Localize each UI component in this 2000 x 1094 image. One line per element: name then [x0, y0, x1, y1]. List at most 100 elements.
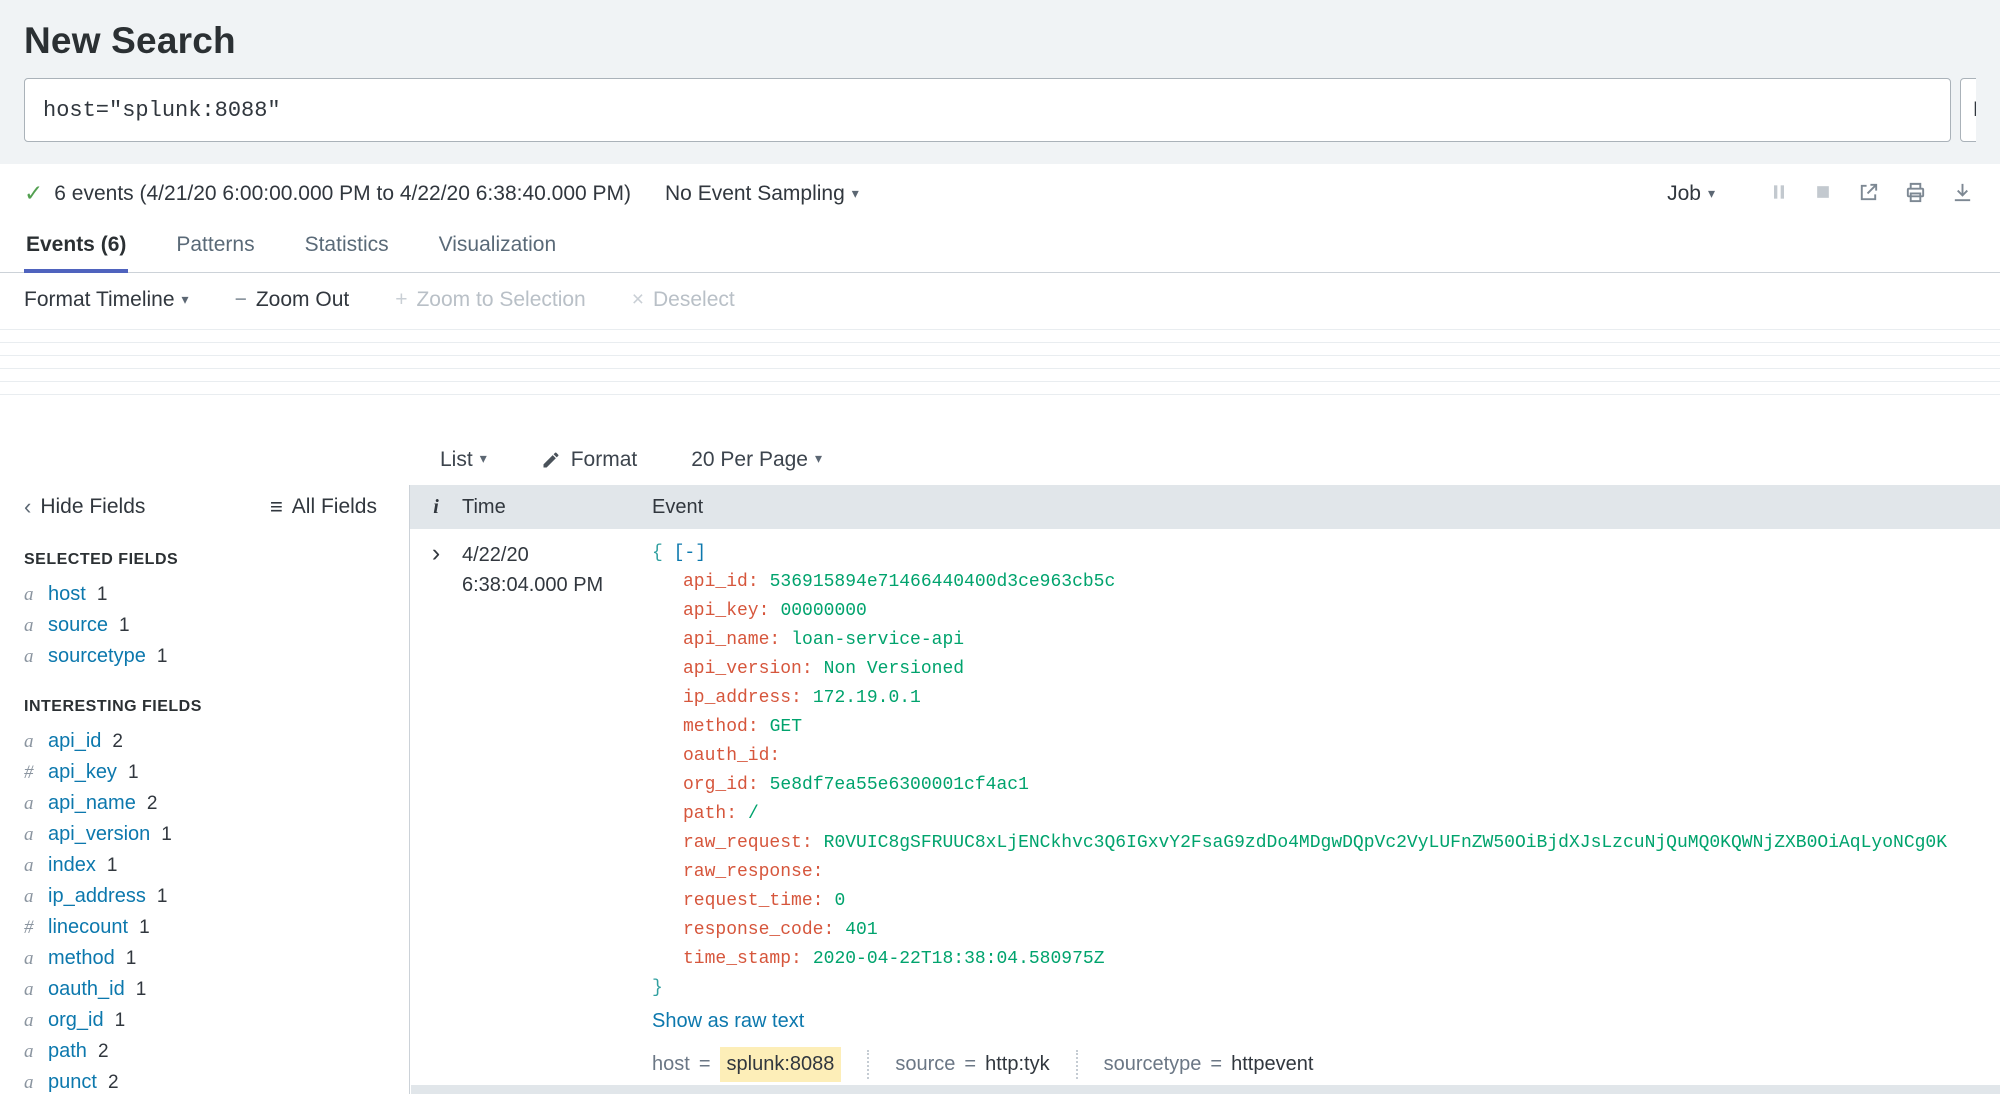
json-value[interactable]: 2020-04-22T18:38:04.580975Z — [813, 949, 1105, 969]
json-key[interactable]: time_stamp — [683, 949, 791, 969]
show-as-raw-text-link[interactable]: Show as raw text — [652, 1007, 2000, 1035]
field-item[interactable]: a org_id 1 — [24, 1005, 385, 1036]
json-value[interactable]: R0VUIC8gSFRUUC8xLjENCkhvc3Q6IGxvY2FsaG9z… — [824, 833, 1947, 853]
json-key[interactable]: path — [683, 804, 726, 824]
field-count: 1 — [114, 1010, 126, 1031]
json-key[interactable]: response_code — [683, 920, 823, 940]
per-page-dropdown[interactable]: 20 Per Page ▾ — [691, 448, 822, 472]
field-item[interactable]: a method 1 — [24, 943, 385, 974]
json-value[interactable]: 00000000 — [780, 601, 866, 621]
meta-field-value[interactable]: splunk:8088 — [719, 1047, 842, 1082]
meta-field[interactable]: host = splunk:8088 — [652, 1047, 867, 1082]
field-name[interactable]: sourcetype — [48, 641, 146, 672]
list-view-dropdown[interactable]: List ▾ — [440, 448, 487, 472]
meta-field-value[interactable]: httpevent — [1231, 1050, 1313, 1079]
field-item[interactable]: a oauth_id 1 — [24, 974, 385, 1005]
json-key[interactable]: api_version — [683, 659, 802, 679]
tab[interactable]: Visualization — [437, 219, 559, 272]
json-value[interactable]: 172.19.0.1 — [813, 688, 921, 708]
tab[interactable]: Patterns — [174, 219, 256, 272]
field-item[interactable]: # api_key 1 — [24, 757, 385, 788]
field-name[interactable]: linecount — [48, 912, 128, 943]
all-fields-button[interactable]: ≡ All Fields — [270, 494, 377, 520]
json-key[interactable]: api_key — [683, 601, 759, 621]
expand-row-button[interactable]: › — [410, 539, 462, 1082]
json-key[interactable]: api_id — [683, 572, 748, 592]
pause-job-button[interactable] — [1769, 182, 1789, 205]
json-key[interactable]: ip_address — [683, 688, 791, 708]
search-input[interactable] — [24, 78, 1951, 142]
field-name[interactable]: api_version — [48, 819, 150, 850]
tab[interactable]: Statistics — [303, 219, 391, 272]
format-timeline-dropdown[interactable]: Format Timeline ▾ — [24, 288, 189, 312]
json-key[interactable]: request_time — [683, 891, 813, 911]
field-name[interactable]: host — [48, 579, 86, 610]
field-item[interactable]: # linecount 1 — [24, 912, 385, 943]
colon: : — [769, 746, 781, 766]
colon: : — [726, 804, 738, 824]
field-item[interactable]: a sourcetype 1 — [24, 641, 385, 672]
field-name[interactable]: api_key — [48, 757, 117, 788]
field-item[interactable]: a index 1 — [24, 850, 385, 881]
field-item[interactable]: a api_name 2 — [24, 788, 385, 819]
field-name[interactable]: punct — [48, 1067, 97, 1094]
field-item[interactable]: a ip_address 1 — [24, 881, 385, 912]
field-name[interactable]: oauth_id — [48, 974, 125, 1005]
field-count: 2 — [107, 1072, 119, 1093]
field-name[interactable]: index — [48, 850, 96, 881]
meta-field[interactable]: sourcetype = httpevent — [1075, 1050, 1340, 1079]
json-value[interactable]: Non Versioned — [824, 659, 964, 679]
field-item[interactable]: a api_version 1 — [24, 819, 385, 850]
field-item[interactable]: a host 1 — [24, 579, 385, 610]
meta-field[interactable]: source = http:tyk — [867, 1050, 1075, 1079]
json-field-line: response_code: 401 — [652, 916, 2000, 945]
field-item[interactable]: a source 1 — [24, 610, 385, 641]
plus-icon: + — [395, 288, 408, 311]
format-results-button[interactable]: Format — [541, 448, 637, 472]
field-name[interactable]: org_id — [48, 1005, 104, 1036]
field-item[interactable]: a punct 2 — [24, 1067, 385, 1094]
field-name[interactable]: ip_address — [48, 881, 146, 912]
colon: : — [769, 630, 781, 650]
json-value[interactable]: 536915894e71466440400d3ce963cb5c — [770, 572, 1116, 592]
event-sampling-dropdown[interactable]: No Event Sampling ▾ — [665, 182, 859, 206]
tab[interactable]: Events (6) — [24, 219, 129, 273]
event-meta-row: host = splunk:8088 source = http:tyk sourcet… — [652, 1047, 2000, 1082]
field-name[interactable]: path — [48, 1036, 87, 1067]
collapse-json-button[interactable]: [-] — [674, 543, 706, 563]
print-button[interactable] — [1904, 181, 1927, 207]
json-key[interactable]: oauth_id — [683, 746, 769, 766]
json-key[interactable]: method — [683, 717, 748, 737]
json-key[interactable]: raw_response — [683, 862, 813, 882]
json-key[interactable]: org_id — [683, 775, 748, 795]
field-item[interactable]: a path 2 — [24, 1036, 385, 1067]
json-value[interactable]: 0 — [834, 891, 845, 911]
json-value[interactable]: 401 — [845, 920, 877, 940]
meta-field-value[interactable]: http:tyk — [985, 1050, 1049, 1079]
share-job-button[interactable] — [1857, 181, 1880, 207]
field-name[interactable]: method — [48, 943, 115, 974]
chevron-right-icon: › — [431, 539, 441, 567]
export-button[interactable] — [1951, 181, 1974, 207]
field-count: 1 — [96, 584, 108, 605]
job-menu[interactable]: Job ▾ — [1667, 182, 1715, 206]
json-value[interactable]: / — [748, 804, 759, 824]
field-count: 1 — [156, 646, 168, 667]
field-type-icon: a — [24, 615, 34, 636]
per-page-label: 20 Per Page — [691, 448, 808, 471]
field-name[interactable]: api_name — [48, 788, 136, 819]
json-key[interactable]: raw_request — [683, 833, 802, 853]
zoom-out-button[interactable]: − Zoom Out — [235, 288, 350, 312]
time-range-picker-clipped[interactable]: L — [1960, 78, 1976, 142]
timeline-gridlines — [0, 329, 2000, 407]
json-value[interactable]: 5e8df7ea55e6300001cf4ac1 — [770, 775, 1029, 795]
json-value[interactable]: GET — [770, 717, 802, 737]
stop-job-button[interactable] — [1813, 182, 1833, 205]
field-name[interactable]: api_id — [48, 726, 101, 757]
field-item[interactable]: a api_id 2 — [24, 726, 385, 757]
field-name[interactable]: source — [48, 610, 108, 641]
json-value[interactable]: loan-service-api — [791, 630, 964, 650]
hide-fields-button[interactable]: ‹ Hide Fields — [24, 494, 145, 520]
timeline-chart[interactable] — [0, 325, 2000, 437]
json-key[interactable]: api_name — [683, 630, 769, 650]
